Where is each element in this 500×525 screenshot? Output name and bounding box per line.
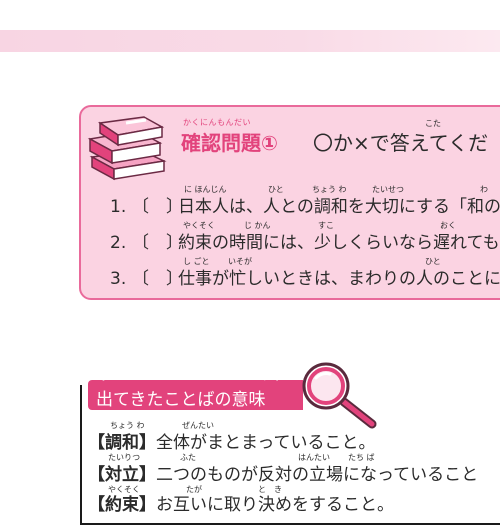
- quiz-item-number: 3.: [110, 269, 127, 289]
- vocab-row: 【約束】お互いに取り決めをすること。: [88, 490, 394, 515]
- quiz-item: 1. 〔 〕日本人は、人との調和を大切にする「和の: [110, 192, 500, 217]
- quiz-item-text: 仕事が忙しいときは、まわりの人のことに: [178, 269, 500, 289]
- vocab-word: 【約束】: [88, 495, 156, 515]
- vocab-header: 出てきたことばの意味: [96, 390, 266, 410]
- books-icon: [87, 116, 167, 181]
- quiz-item-number: 2.: [110, 233, 127, 253]
- answer-blank[interactable]: 〔 〕: [132, 192, 183, 217]
- ruby: い み: [262, 373, 281, 382]
- vocab-row: 【対立】二つのものが反対の立場になっていること: [88, 460, 478, 485]
- answer-blank[interactable]: 〔 〕: [132, 228, 183, 253]
- quiz-item: 2. 〔 〕約束の時間には、少しくらいなら遅れても: [110, 228, 500, 253]
- quiz-instruction: 〇か×で答えてくだ: [313, 131, 489, 155]
- quiz-item-text: 日本人は、人との調和を大切にする「和の: [178, 197, 500, 217]
- answer-blank[interactable]: 〔 〕: [132, 264, 183, 289]
- ruby: で: [98, 373, 106, 382]
- vocab-definition: 全体がまとまっていること。: [156, 433, 376, 453]
- quiz-item-text: 約束の時間には、少しくらいなら遅れても: [178, 233, 500, 253]
- quiz-title: 確認問題①: [181, 131, 278, 155]
- quiz-item: 3. 〔 〕仕事が忙しいときは、まわりの人のことに: [110, 264, 500, 289]
- quiz-item-number: 1.: [110, 197, 127, 217]
- magnifier-icon: [302, 362, 377, 429]
- vocab-definition: 二つのものが反対の立場になっていること: [156, 465, 479, 485]
- vocab-row: 【調和】全体がまとまっていること。: [88, 428, 375, 453]
- vocab-definition: お互いに取り決めをすること。: [156, 495, 394, 515]
- vocab-word: 【調和】: [88, 433, 156, 453]
- header-band: [0, 30, 500, 52]
- vocab-word: 【対立】: [88, 465, 156, 485]
